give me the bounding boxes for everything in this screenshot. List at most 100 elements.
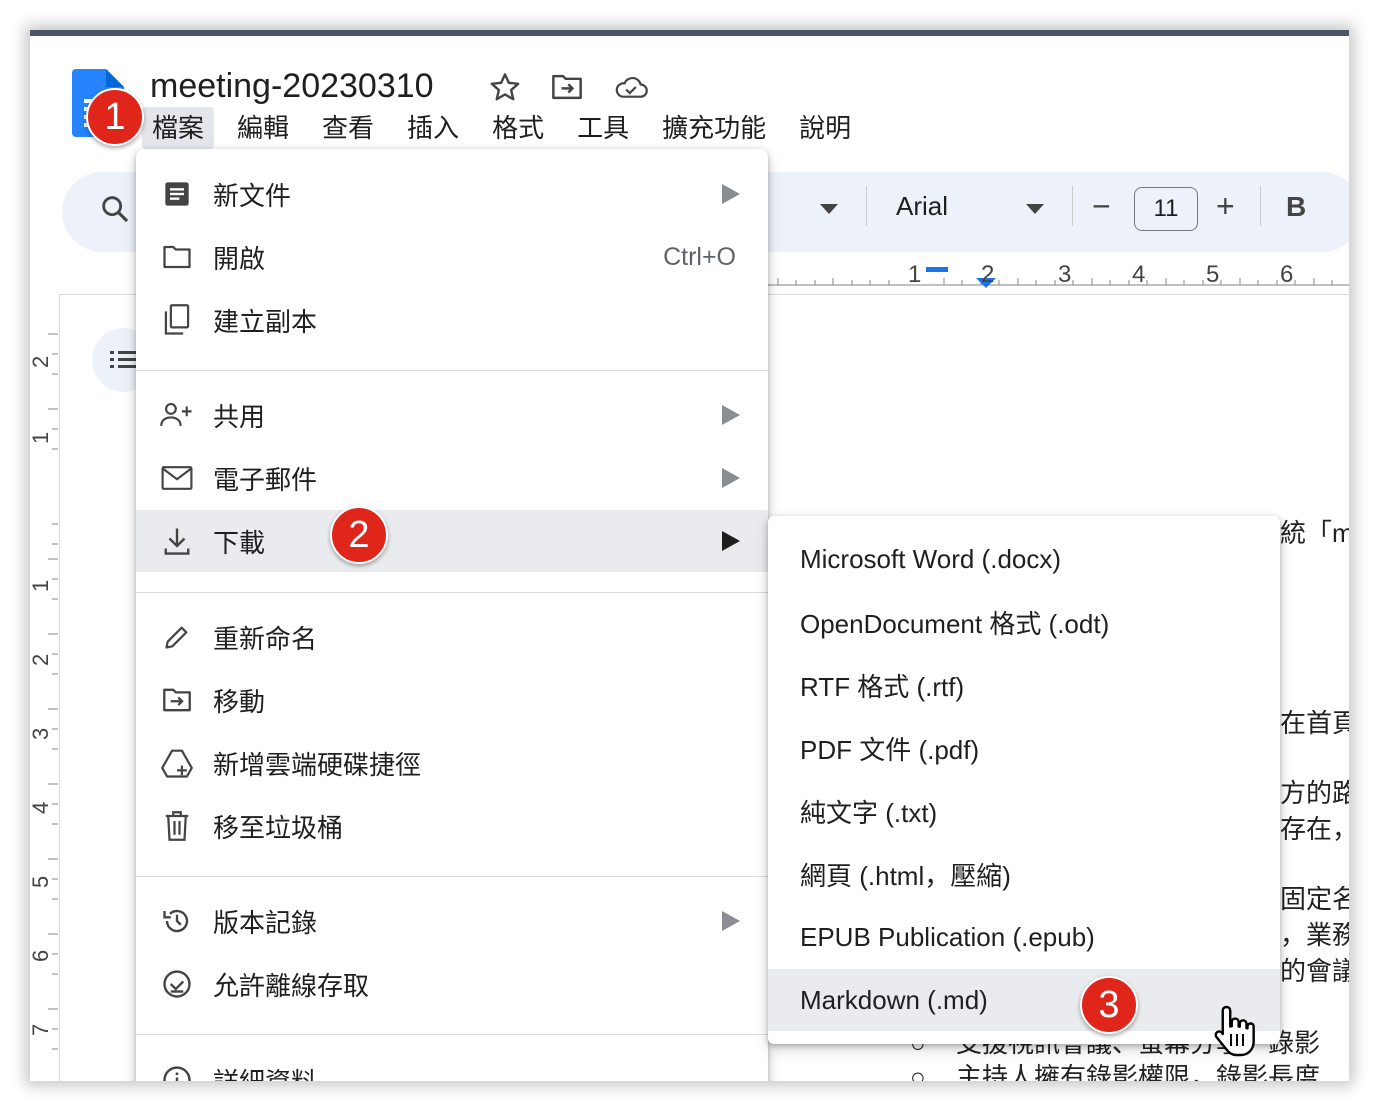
font-size-input[interactable]: 11	[1134, 187, 1198, 231]
copy-icon	[160, 303, 194, 337]
download-html[interactable]: 網頁 (.html，壓縮)	[768, 843, 1280, 905]
doc-text-fragment[interactable]: 的會議	[1280, 954, 1349, 988]
ruler-tick-label: 5	[30, 876, 53, 888]
horizontal-ruler[interactable]: 1 2 3 4 5 6 7	[768, 258, 1349, 294]
trash-icon	[160, 809, 194, 843]
ruler-tick-label: 1	[30, 432, 53, 444]
menu-item-label: 新增雲端硬碟捷徑	[213, 749, 422, 780]
bullet-circle: ○	[910, 1062, 926, 1081]
search-menus-icon[interactable]	[98, 192, 132, 226]
menu-item-label: 重新命名	[213, 623, 318, 654]
download-rtf[interactable]: RTF 格式 (.rtf)	[768, 654, 1280, 716]
doc-text-fragment[interactable]: 固定名	[1280, 882, 1349, 916]
file-menu-item-trash[interactable]: 移至垃圾桶	[136, 795, 768, 857]
pencil-icon	[160, 620, 194, 654]
menu-extensions[interactable]: 擴充功能	[652, 107, 776, 149]
vertical-ruler[interactable]: 2 1 1 2 3 4 5 6 7	[30, 294, 60, 1081]
doc-bullet-text[interactable]: 主持人擁有錄影權限，錄影長度	[956, 1060, 1320, 1081]
file-menu-item-open[interactable]: 開啟 Ctrl+O	[136, 226, 768, 288]
doc-text-fragment[interactable]: 在首頁	[1280, 706, 1349, 740]
menu-item-label: RTF 格式 (.rtf)	[800, 671, 965, 702]
menu-item-label: 移動	[213, 686, 266, 717]
download-epub[interactable]: EPUB Publication (.epub)	[768, 906, 1280, 968]
outline-list-icon	[110, 351, 138, 368]
ruler-tick-label: 4	[1132, 261, 1145, 288]
submenu-arrow-icon	[722, 405, 740, 425]
ruler-tick-label: 2	[30, 654, 53, 666]
toolbar-divider	[866, 186, 867, 226]
menu-separator	[136, 592, 768, 593]
font-family-select[interactable]: Arial	[896, 191, 948, 222]
submenu-arrow-icon	[722, 184, 740, 204]
offline-icon	[160, 967, 194, 1001]
file-menu-item-details[interactable]: 詳細資料	[136, 1049, 768, 1081]
file-menu-item-add-shortcut[interactable]: 新增雲端硬碟捷徑	[136, 732, 768, 794]
bold-button[interactable]: B	[1286, 191, 1306, 223]
document-title[interactable]: meeting-20230310	[150, 66, 434, 106]
ruler-tick-label: 7	[30, 1024, 53, 1036]
menu-item-label: 新文件	[213, 180, 292, 211]
menu-help[interactable]: 說明	[789, 107, 861, 149]
ruler-tick-label: 2	[30, 356, 53, 368]
file-menu-item-move[interactable]: 移動	[136, 669, 768, 731]
menu-item-label: 開啟	[213, 243, 266, 274]
submenu-arrow-icon	[722, 911, 740, 931]
history-icon	[160, 904, 194, 938]
menu-item-label: 版本記錄	[213, 907, 318, 938]
toolbar-divider	[1260, 186, 1261, 226]
file-menu-item-download[interactable]: 下載	[136, 510, 768, 572]
download-pdf[interactable]: PDF 文件 (.pdf)	[768, 717, 1280, 779]
menu-separator	[136, 370, 768, 371]
file-menu-item-share[interactable]: 共用	[136, 384, 768, 446]
doc-text-fragment[interactable]: ，業務	[1280, 918, 1349, 952]
step-badge-1: 1	[86, 88, 144, 146]
file-menu-item-new[interactable]: 新文件	[136, 163, 768, 225]
doc-text-fragment[interactable]: 存在，	[1280, 812, 1349, 846]
menu-item-label: Microsoft Word (.docx)	[800, 543, 1062, 574]
menu-file[interactable]: 檔案	[142, 107, 215, 149]
file-menu-item-offline[interactable]: 允許離線存取	[136, 953, 768, 1015]
info-icon	[160, 1063, 194, 1081]
doc-icon	[160, 177, 194, 211]
download-txt[interactable]: 純文字 (.txt)	[768, 780, 1280, 842]
ruler-tick-label: 2	[981, 261, 994, 288]
menu-item-label: PDF 文件 (.pdf)	[800, 734, 980, 765]
menu-insert[interactable]: 插入	[397, 107, 469, 149]
file-menu: 新文件 開啟 Ctrl+O 建立副本 共用 電子郵件 下載 重新命名 移動 新增…	[136, 149, 768, 1081]
step-badge-2: 2	[330, 506, 388, 564]
menu-item-label: Markdown (.md)	[800, 984, 988, 1015]
download-docx[interactable]: Microsoft Word (.docx)	[768, 528, 1280, 590]
menu-item-label: 電子郵件	[213, 464, 318, 495]
menu-separator	[136, 1034, 768, 1035]
style-dropdown-chevron-icon[interactable]	[820, 204, 838, 214]
toolbar-divider	[1072, 186, 1073, 226]
doc-text-fragment[interactable]: 方的路	[1280, 776, 1349, 810]
ruler-tick-label: 3	[1058, 261, 1071, 288]
shortcut-label: Ctrl+O	[663, 242, 736, 271]
file-menu-item-copy[interactable]: 建立副本	[136, 289, 768, 351]
download-odt[interactable]: OpenDocument 格式 (.odt)	[768, 591, 1280, 653]
cloud-saved-icon[interactable]	[614, 70, 648, 104]
download-markdown[interactable]: Markdown (.md)	[768, 969, 1280, 1031]
menu-item-label: 移至垃圾桶	[213, 812, 344, 843]
menu-separator	[136, 876, 768, 877]
file-menu-item-version-history[interactable]: 版本記錄	[136, 890, 768, 952]
menu-item-label: EPUB Publication (.epub)	[800, 921, 1095, 952]
menu-item-label: 詳細資料	[213, 1062, 317, 1082]
font-dropdown-chevron-icon[interactable]	[1026, 204, 1044, 214]
increase-font-size-button[interactable]: +	[1216, 188, 1235, 225]
ruler-tick-label: 1	[30, 580, 53, 592]
menu-tools[interactable]: 工具	[567, 107, 639, 149]
menu-edit[interactable]: 編輯	[227, 107, 299, 149]
move-folder-icon[interactable]	[550, 70, 584, 104]
star-icon[interactable]	[488, 70, 522, 104]
submenu-arrow-icon	[722, 531, 740, 551]
menu-format[interactable]: 格式	[482, 107, 554, 149]
ruler-tick-label: 4	[30, 802, 53, 814]
download-icon	[160, 524, 194, 558]
file-menu-item-email[interactable]: 電子郵件	[136, 447, 768, 509]
decrease-font-size-button[interactable]: −	[1092, 188, 1111, 225]
file-menu-item-rename[interactable]: 重新命名	[136, 606, 768, 668]
menu-view[interactable]: 查看	[312, 107, 384, 149]
doc-text-fragment[interactable]: 統「me	[1280, 516, 1349, 550]
